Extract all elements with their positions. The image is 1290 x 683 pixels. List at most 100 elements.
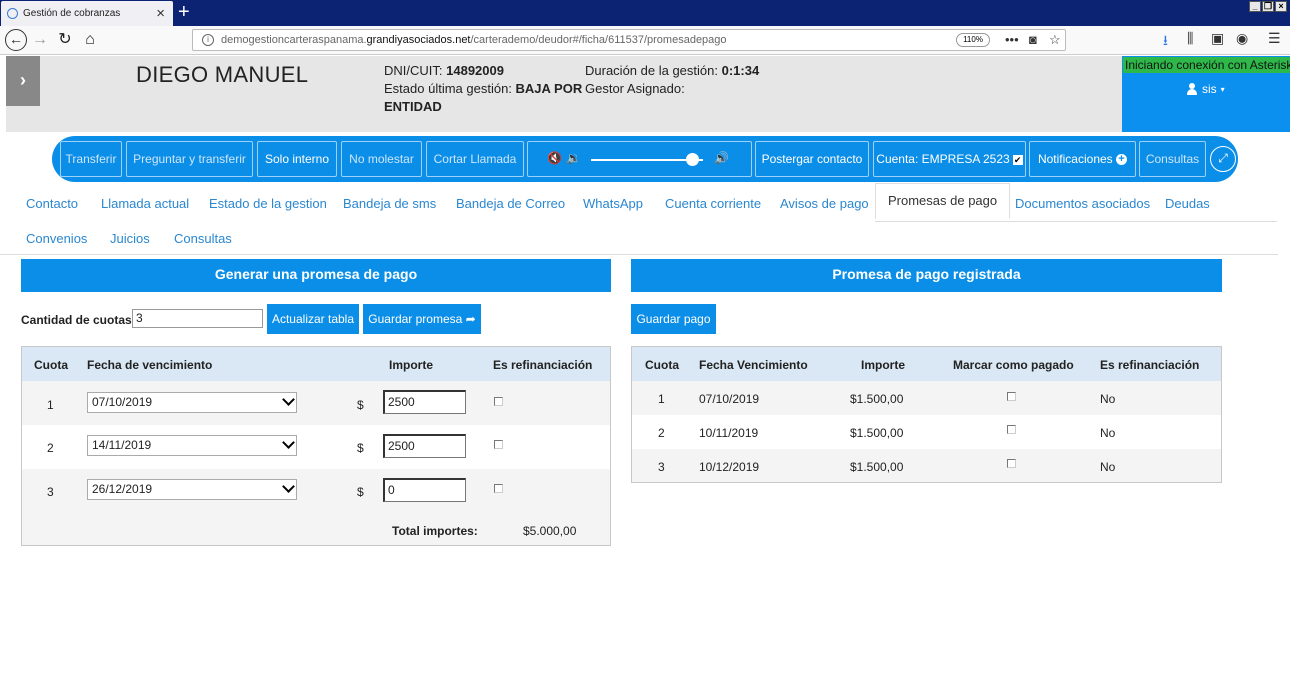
tab-promesas-pago[interactable]: Promesas de pago — [875, 183, 1011, 219]
volume-slider-knob[interactable] — [685, 153, 699, 166]
forward-icon[interactable]: → — [29, 29, 51, 51]
new-tab-icon[interactable]: + — [178, 1, 190, 23]
user-icon — [1186, 83, 1198, 95]
promesa-registrada-title: Promesa de pago registrada — [631, 259, 1222, 292]
marcar-pagado-checkbox[interactable] — [1007, 425, 1016, 434]
chevron-down-icon — [282, 393, 295, 406]
actualizar-tabla-button[interactable]: Actualizar tabla — [267, 304, 359, 334]
close-tab-icon[interactable]: × — [156, 5, 165, 22]
importe-input[interactable]: 2500 — [383, 390, 466, 414]
reload-icon[interactable]: ↻ — [54, 29, 76, 51]
row-importe: $1.500,00 — [850, 460, 904, 474]
importe-input[interactable]: 0 — [383, 478, 466, 502]
browser-tab[interactable]: Gestión de cobranzas × — [1, 1, 173, 26]
volume-down-icon[interactable]: 🔉 — [566, 151, 581, 165]
th-marcar-pagado: Marcar como pagado — [953, 358, 1074, 372]
estado-label: Estado última gestión: — [384, 81, 512, 96]
tab-estado-gestion[interactable]: Estado de la gestion — [209, 196, 327, 211]
tab-llamada-actual[interactable]: Llamada actual — [101, 196, 189, 211]
tab-documentos-asociados[interactable]: Documentos asociados — [1015, 196, 1150, 211]
row-cuota: 2 — [658, 426, 665, 440]
consultas-toolbar-button[interactable]: Consultas — [1139, 141, 1206, 177]
sidebar-toggle-icon[interactable]: › — [6, 56, 40, 106]
bookmark-star-icon[interactable]: ☆ — [1049, 30, 1061, 50]
url-bar[interactable]: i demogestioncarteraspanama.grandiyasoci… — [192, 29, 1066, 51]
tab-juicios[interactable]: Juicios — [110, 231, 150, 246]
fecha-select[interactable]: 07/10/2019 — [87, 392, 297, 413]
marcar-pagado-checkbox[interactable] — [1007, 392, 1016, 401]
close-window-icon[interactable]: × — [1275, 1, 1287, 12]
user-menu[interactable]: sis ▾ — [1186, 82, 1225, 96]
account-icon[interactable]: ◉ — [1236, 30, 1248, 47]
table-row: 1 07/10/2019 $1.500,00 No — [632, 381, 1221, 415]
notificaciones-button[interactable]: Notificaciones + — [1029, 141, 1136, 177]
call-toolbar: Transferir Preguntar y transferir Solo i… — [52, 136, 1238, 182]
importe-input[interactable]: 2500 — [383, 434, 466, 458]
download-icon[interactable]: ⭳ — [1163, 30, 1168, 54]
th-fecha-vencimiento: Fecha Vencimiento — [699, 358, 808, 372]
tab-bandeja-sms[interactable]: Bandeja de sms — [343, 196, 436, 211]
th-cuota: Cuota — [645, 358, 679, 372]
expand-icon[interactable]: ⤢ — [1210, 146, 1236, 172]
cuenta-button[interactable]: Cuenta: EMPRESA 2523 ✔ — [873, 141, 1026, 177]
no-molestar-button[interactable]: No molestar — [341, 141, 422, 177]
marcar-pagado-checkbox[interactable] — [1007, 459, 1016, 468]
tab-bandeja-correo[interactable]: Bandeja de Correo — [456, 196, 565, 211]
row-refinanciacion: No — [1100, 426, 1116, 440]
row-fecha: 10/11/2019 — [699, 426, 759, 440]
menu-icon[interactable]: ☰ — [1268, 30, 1281, 47]
zoom-indicator[interactable]: 110% — [956, 33, 990, 47]
postergar-contacto-button[interactable]: Postergar contacto — [755, 141, 869, 177]
refinanciacion-checkbox[interactable] — [494, 484, 503, 493]
tab-deudas[interactable]: Deudas — [1165, 196, 1210, 211]
table-row: 3 26/12/2019 $ 0 — [22, 469, 610, 513]
refinanciacion-checkbox[interactable] — [494, 397, 503, 406]
guardar-promesa-button[interactable]: Guardar promesa ➦ — [363, 304, 481, 334]
mute-icon[interactable]: 🔇 — [547, 151, 562, 165]
th-fecha: Fecha de vencimiento — [87, 358, 213, 372]
fecha-select[interactable]: 14/11/2019 — [87, 435, 297, 456]
solo-interno-button[interactable]: Solo interno — [257, 141, 337, 177]
row-cuota: 1 — [658, 392, 665, 406]
fecha-select[interactable]: 26/12/2019 — [87, 479, 297, 500]
tab-avisos-pago[interactable]: Avisos de pago — [780, 196, 869, 211]
gestor-label: Gestor Asignado: — [585, 81, 685, 96]
tab-contacto[interactable]: Contacto — [26, 196, 78, 211]
currency-symbol: $ — [357, 441, 364, 455]
row-cuota: 2 — [47, 441, 54, 455]
dni-value: 14892009 — [446, 63, 504, 78]
tab-whatsapp[interactable]: WhatsApp — [583, 196, 643, 211]
tab-consultas[interactable]: Consultas — [174, 231, 232, 246]
tab-cuenta-corriente[interactable]: Cuenta corriente — [665, 196, 761, 211]
guardar-pago-button[interactable]: Guardar pago — [631, 304, 716, 334]
refinanciacion-checkbox[interactable] — [494, 440, 503, 449]
currency-symbol: $ — [357, 398, 364, 412]
row-cuota: 3 — [658, 460, 665, 474]
pocket-icon[interactable]: ◙ — [1029, 30, 1037, 50]
more-icon[interactable]: ••• — [1005, 30, 1019, 50]
cuotas-input[interactable]: 3 — [132, 309, 263, 328]
library-icon[interactable]: ⫼ — [1187, 30, 1193, 47]
favicon-icon — [7, 8, 18, 19]
info-icon[interactable]: i — [202, 34, 214, 46]
back-icon[interactable]: ← — [5, 29, 27, 51]
transferir-button[interactable]: Transferir — [60, 141, 122, 177]
dni-info: DNI/CUIT: 14892009 — [384, 62, 504, 80]
volume-up-icon[interactable]: 🔊 — [714, 151, 729, 165]
sidebar-icon[interactable]: ▣ — [1211, 30, 1224, 47]
tab-convenios[interactable]: Convenios — [26, 231, 87, 246]
total-label: Total importes: — [392, 524, 478, 538]
preguntar-transferir-button[interactable]: Preguntar y transferir — [126, 141, 253, 177]
generar-promesa-title: Generar una promesa de pago — [21, 259, 611, 292]
row-fecha: 07/10/2019 — [699, 392, 760, 406]
minimize-icon[interactable]: _ — [1249, 1, 1261, 12]
tabs-divider — [875, 221, 1277, 222]
url-path: /carterademo/deudor#/ficha/611537/promes… — [470, 34, 727, 46]
restore-icon[interactable]: ❐ — [1262, 1, 1274, 12]
row-fecha: 10/12/2019 — [699, 460, 760, 474]
duracion-value: 0:1:34 — [721, 63, 760, 78]
home-icon[interactable]: ⌂ — [79, 29, 101, 51]
cortar-llamada-button[interactable]: Cortar Llamada — [426, 141, 524, 177]
table-row: 1 07/10/2019 $ 2500 — [22, 381, 610, 425]
duracion-info: Duración de la gestión: 0:1:34 — [585, 62, 759, 80]
